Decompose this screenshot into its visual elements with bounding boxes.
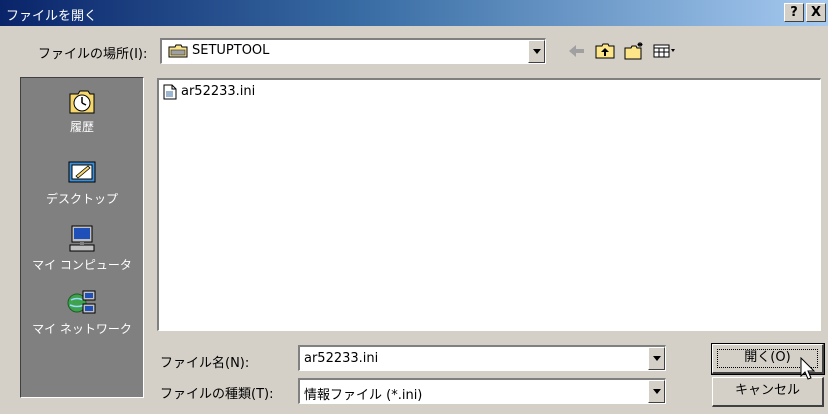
file-name-input-value: ar52233.ini: [304, 351, 379, 366]
up-folder-icon[interactable]: [593, 40, 617, 62]
mouse-cursor-icon: [800, 357, 816, 380]
places-my-computer-label: マイ コンピュータ: [32, 258, 132, 272]
file-list[interactable]: ar52233.ini: [157, 78, 821, 331]
places-history[interactable]: 履歴: [21, 86, 143, 152]
folder-icon: [168, 44, 188, 58]
look-in-value: SETUPTOOL: [192, 43, 270, 58]
ini-file-icon: [163, 84, 177, 100]
file-name: ar52233.ini: [181, 84, 256, 99]
places-desktop[interactable]: デスクトップ: [21, 158, 143, 224]
view-menu-icon[interactable]: [652, 40, 676, 62]
desktop-icon: [68, 161, 96, 183]
chevron-down-icon[interactable]: [528, 40, 545, 63]
look-in-label: ファイルの場所(I):: [38, 47, 148, 62]
file-type-value: 情報ファイル (*.ini): [304, 388, 423, 403]
close-button[interactable]: X: [806, 3, 826, 22]
title-bar[interactable]: ファイルを開く ? X: [0, 0, 828, 26]
my-computer-icon: [69, 225, 95, 252]
places-bar: 履歴 デスクトップ マイ コンピュータ マイ ネットワーク: [20, 77, 144, 398]
look-in-dropdown[interactable]: SETUPTOOL: [160, 38, 546, 64]
places-desktop-label: デスクトップ: [45, 192, 118, 206]
places-network[interactable]: マイ ネットワーク: [21, 288, 143, 354]
file-type-dropdown[interactable]: 情報ファイル (*.ini): [298, 378, 666, 404]
new-folder-icon[interactable]: [622, 40, 646, 62]
chevron-down-icon[interactable]: [648, 347, 665, 370]
window-title: ファイルを開く: [6, 9, 98, 24]
file-name-input[interactable]: ar52233.ini: [298, 345, 666, 371]
file-name-label: ファイル名(N):: [160, 356, 250, 371]
network-icon: [67, 290, 96, 314]
places-history-label: 履歴: [69, 120, 94, 134]
places-network-label: マイ ネットワーク: [32, 322, 132, 336]
cancel-button-label: キャンセル: [734, 383, 800, 398]
open-file-dialog: ファイルを開く ? X ファイルの場所(I): SETUPTOOL 履歴 デスク…: [0, 0, 828, 414]
help-button[interactable]: ?: [784, 3, 804, 22]
file-type-label: ファイルの種類(T):: [160, 387, 274, 402]
history-icon: [69, 90, 95, 114]
back-arrow-icon[interactable]: [565, 40, 589, 62]
places-my-computer[interactable]: マイ コンピュータ: [21, 224, 143, 290]
chevron-down-icon[interactable]: [648, 380, 665, 403]
